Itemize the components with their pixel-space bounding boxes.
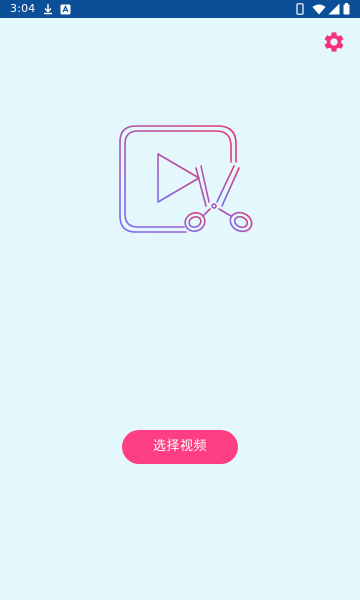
battery-icon	[343, 3, 350, 15]
wifi-icon	[312, 4, 326, 15]
status-time: 3:04	[10, 2, 36, 15]
phone-icon	[296, 3, 304, 15]
signal-icon	[328, 3, 340, 15]
video-cut-icon	[119, 125, 253, 233]
main-screen: 选择视频	[0, 18, 360, 600]
app-notification-icon	[60, 4, 71, 15]
gear-icon[interactable]	[322, 30, 346, 54]
download-icon	[44, 4, 52, 15]
select-video-button[interactable]: 选择视频	[122, 430, 238, 464]
status-bar: 3:04	[0, 0, 360, 18]
